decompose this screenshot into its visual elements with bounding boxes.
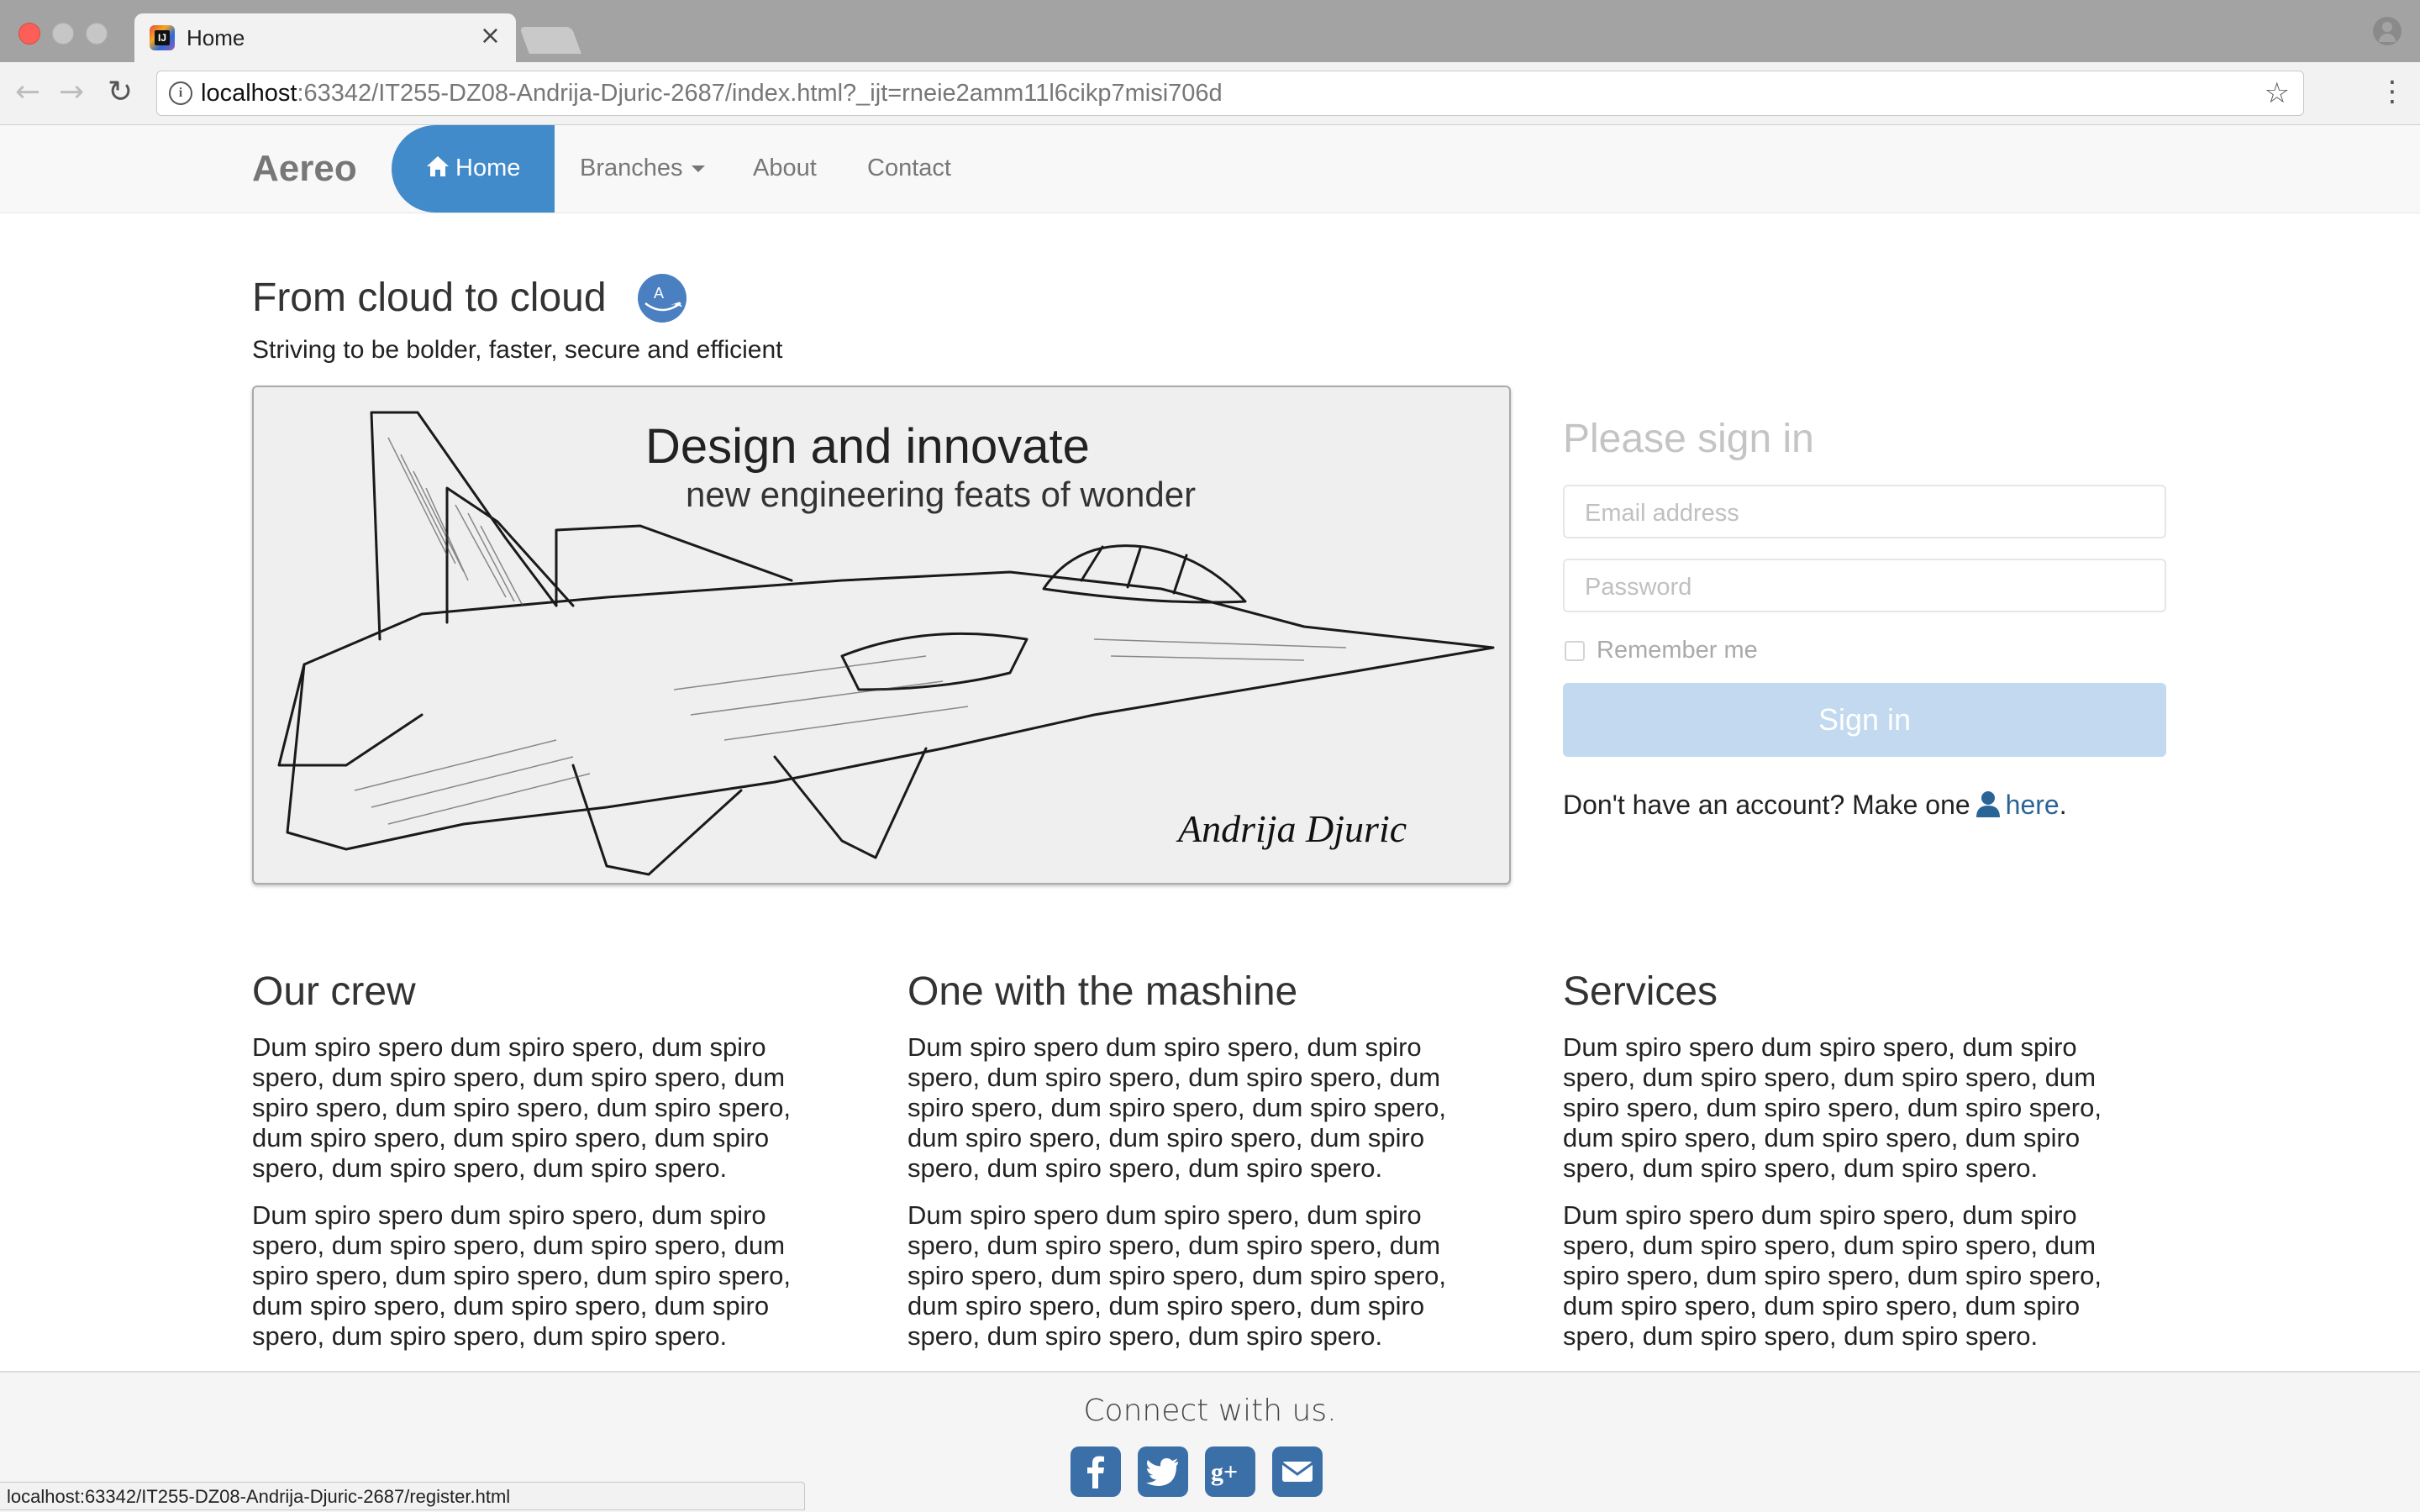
banner-subheading: new engineering feats of wonder (686, 475, 1197, 514)
remember-me-checkbox[interactable] (1565, 641, 1585, 661)
tab-title: Home (187, 25, 245, 50)
banner-signature: Andrija Djuric (1178, 807, 1407, 850)
column-paragraph: Dum spiro spero dum spiro spero, dum spi… (1563, 1032, 2102, 1183)
nav-home-link[interactable]: Home (392, 125, 555, 213)
svg-text:g+: g+ (1211, 1458, 1238, 1486)
column-title: Services (1563, 969, 1718, 1014)
nav-branches-dropdown[interactable]: Branches (580, 154, 705, 182)
aereo-plane-logo-icon: A (638, 274, 687, 323)
column-one-with-the-mashine: One with the mashine Dum spiro spero dum… (908, 967, 1487, 1352)
address-bar[interactable]: i localhost:63342/IT255-DZ08-Andrija-Dju… (156, 71, 2304, 116)
hero-subtitle: Striving to be bolder, faster, secure an… (252, 336, 783, 364)
tab-close-icon[interactable]: × (480, 24, 501, 49)
browser-tab-home[interactable]: IJ Home × (134, 13, 516, 62)
new-tab-button[interactable] (519, 27, 581, 54)
hero-title: From cloud to cloud (252, 276, 607, 320)
user-icon (1975, 791, 2000, 817)
nav-home-label: Home (455, 155, 521, 181)
close-window-button[interactable] (18, 23, 40, 45)
signin-title: Please sign in (1563, 417, 1814, 461)
maximize-window-button[interactable] (86, 23, 108, 45)
nav-about-link[interactable]: About (753, 154, 817, 182)
twitter-icon[interactable] (1138, 1446, 1188, 1497)
browser-toolbar: ← → ↻ i localhost:63342/IT255-DZ08-Andri… (0, 62, 2420, 125)
sign-in-button[interactable]: Sign in (1563, 683, 2166, 757)
google-plus-icon[interactable]: g+ (1205, 1446, 1255, 1497)
brand-logo-text[interactable]: Aereo (252, 147, 357, 191)
column-paragraph: Dum spiro spero dum spiro spero, dum spi… (908, 1200, 1446, 1351)
register-here-link[interactable]: here (2006, 790, 2060, 820)
register-text: Don't have an account? Make one (1563, 790, 1970, 820)
column-paragraph: Dum spiro spero dum spiro spero, dum spi… (252, 1200, 791, 1351)
reload-icon[interactable]: ↻ (108, 77, 133, 108)
facebook-icon[interactable] (1071, 1446, 1121, 1497)
column-services: Services Dum spiro spero dum spiro spero… (1563, 967, 2143, 1352)
column-paragraph: Dum spiro spero dum spiro spero, dum spi… (252, 1032, 791, 1183)
info-icon[interactable]: i (169, 81, 192, 105)
url-text[interactable]: localhost:63342/IT255-DZ08-Andrija-Djuri… (201, 80, 1223, 107)
browser-menu-icon[interactable]: ⋮ (2378, 77, 2407, 106)
remember-me-label[interactable]: Remember me (1597, 636, 1758, 664)
status-bar-link-preview: localhost:63342/IT255-DZ08-Andrija-Djuri… (0, 1482, 805, 1510)
nav-contact-link[interactable]: Contact (867, 154, 951, 182)
nav-branches-label: Branches (580, 155, 683, 181)
password-field[interactable]: Password (1563, 559, 2166, 612)
column-our-crew: Our crew Dum spiro spero dum spiro spero… (252, 967, 832, 1352)
column-paragraph: Dum spiro spero dum spiro spero, dum spi… (908, 1032, 1446, 1183)
email-field[interactable]: Email address (1563, 485, 2166, 538)
caret-down-icon (691, 165, 705, 173)
envelope-icon[interactable] (1272, 1446, 1323, 1497)
site-navbar: Aereo Home Branches About Contact (0, 125, 2420, 213)
email-placeholder: Email address (1585, 500, 1739, 527)
intellij-favicon-icon: IJ (150, 25, 175, 50)
web-page: Aereo Home Branches About Contact From c… (0, 125, 2420, 1512)
bookmark-star-icon[interactable]: ☆ (2265, 76, 2290, 110)
register-prompt: Don't have an account? Make one here. (1563, 789, 2067, 821)
jet-sketch-banner: Design and innovate new engineering feat… (252, 386, 1511, 885)
home-icon (427, 156, 449, 176)
browser-tab-bar: IJ Home × (0, 0, 2420, 62)
banner-heading: Design and innovate (645, 419, 1090, 474)
back-arrow-icon[interactable]: ← (15, 77, 40, 108)
column-title: Our crew (252, 969, 416, 1014)
column-paragraph: Dum spiro spero dum spiro spero, dum spi… (1563, 1200, 2102, 1351)
svg-text:A: A (654, 285, 664, 302)
column-title: One with the mashine (908, 969, 1298, 1014)
minimize-window-button[interactable] (52, 23, 74, 45)
register-end: . (2059, 790, 2067, 820)
profile-icon[interactable] (2373, 17, 2402, 45)
password-placeholder: Password (1585, 574, 1692, 601)
footer-connect-text: Connect with us. (1083, 1394, 1337, 1428)
social-links: g+ (1071, 1446, 1323, 1499)
forward-arrow-icon[interactable]: → (59, 77, 84, 108)
